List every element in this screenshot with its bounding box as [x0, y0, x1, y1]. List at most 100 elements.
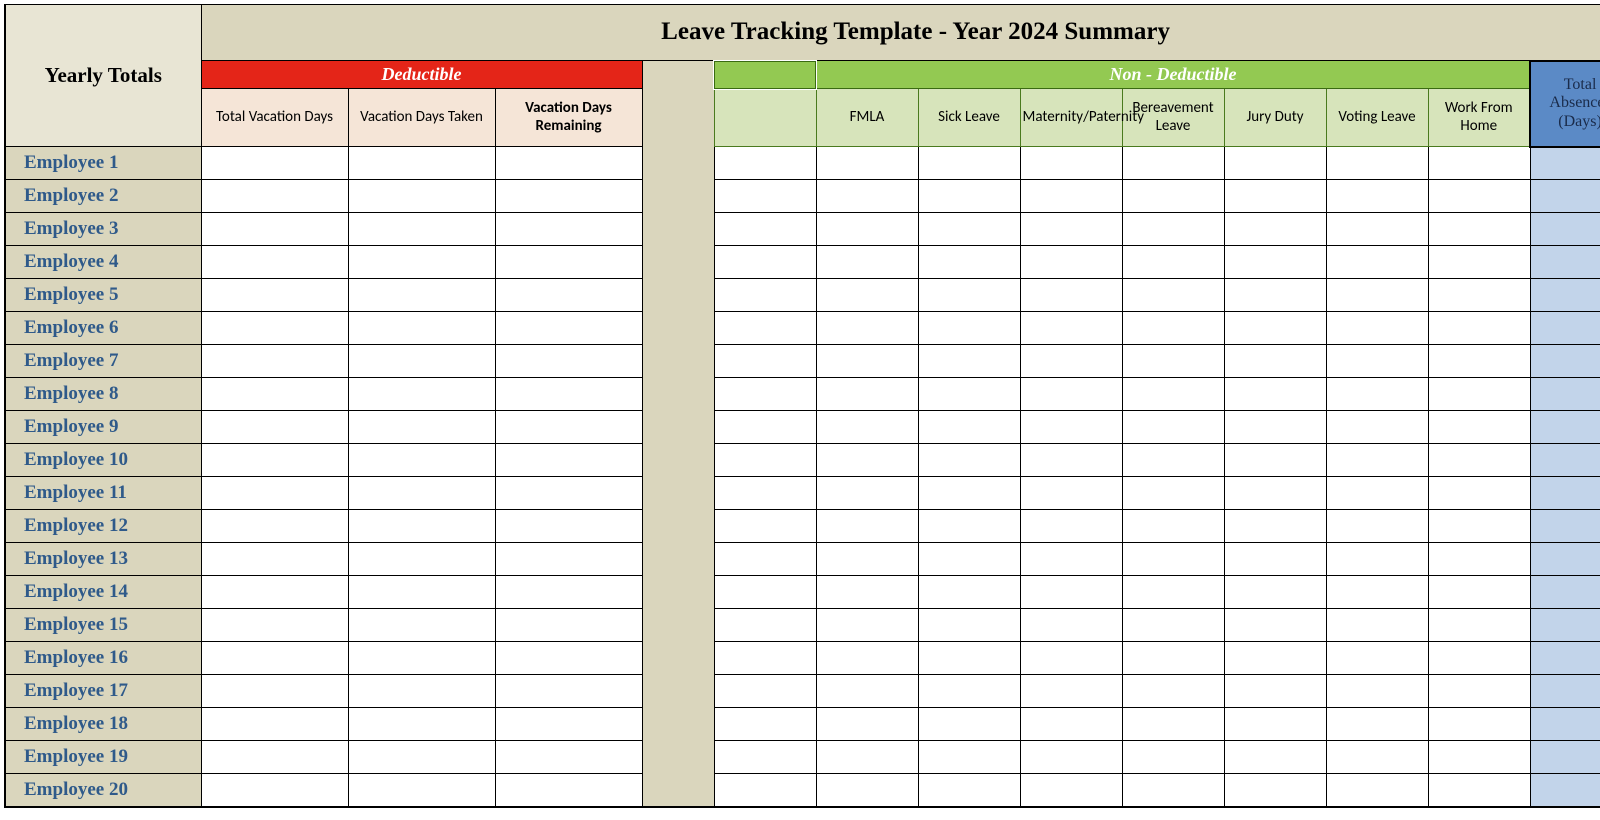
cell-total-vacation[interactable] — [201, 411, 348, 444]
cell-total-vacation[interactable] — [201, 213, 348, 246]
cell-vacation-remain[interactable] — [495, 279, 642, 312]
cell-wfh[interactable] — [1428, 477, 1530, 510]
cell-vacation-taken[interactable] — [348, 411, 495, 444]
cell-voting[interactable] — [1326, 378, 1428, 411]
cell-maternity[interactable] — [1020, 180, 1122, 213]
cell-total-absences[interactable] — [1530, 279, 1600, 312]
cell-total-absences[interactable] — [1530, 510, 1600, 543]
cell-total-vacation[interactable] — [201, 576, 348, 609]
cell-total-absences[interactable] — [1530, 213, 1600, 246]
cell-total-absences[interactable] — [1530, 444, 1600, 477]
cell-sick[interactable] — [918, 477, 1020, 510]
cell-voting[interactable] — [1326, 213, 1428, 246]
cell-wfh[interactable] — [1428, 147, 1530, 180]
cell-jury[interactable] — [1224, 477, 1326, 510]
cell-maternity[interactable] — [1020, 642, 1122, 675]
cell-maternity[interactable] — [1020, 609, 1122, 642]
cell-wfh[interactable] — [1428, 675, 1530, 708]
cell-wfh[interactable] — [1428, 741, 1530, 774]
cell-nd-blank[interactable] — [714, 312, 816, 345]
cell-maternity[interactable] — [1020, 279, 1122, 312]
cell-vacation-taken[interactable] — [348, 609, 495, 642]
cell-jury[interactable] — [1224, 180, 1326, 213]
cell-bereavement[interactable] — [1122, 543, 1224, 576]
cell-vacation-remain[interactable] — [495, 708, 642, 741]
cell-bereavement[interactable] — [1122, 477, 1224, 510]
cell-maternity[interactable] — [1020, 378, 1122, 411]
cell-fmla[interactable] — [816, 147, 918, 180]
cell-jury[interactable] — [1224, 675, 1326, 708]
cell-voting[interactable] — [1326, 279, 1428, 312]
cell-total-vacation[interactable] — [201, 477, 348, 510]
cell-total-absences[interactable] — [1530, 642, 1600, 675]
cell-vacation-taken[interactable] — [348, 180, 495, 213]
cell-nd-blank[interactable] — [714, 510, 816, 543]
cell-total-absences[interactable] — [1530, 708, 1600, 741]
cell-vacation-taken[interactable] — [348, 246, 495, 279]
cell-nd-blank[interactable] — [714, 345, 816, 378]
cell-fmla[interactable] — [816, 444, 918, 477]
cell-voting[interactable] — [1326, 741, 1428, 774]
cell-voting[interactable] — [1326, 708, 1428, 741]
cell-jury[interactable] — [1224, 279, 1326, 312]
cell-wfh[interactable] — [1428, 312, 1530, 345]
cell-vacation-taken[interactable] — [348, 774, 495, 807]
cell-maternity[interactable] — [1020, 774, 1122, 807]
cell-sick[interactable] — [918, 576, 1020, 609]
cell-wfh[interactable] — [1428, 246, 1530, 279]
cell-wfh[interactable] — [1428, 213, 1530, 246]
cell-fmla[interactable] — [816, 411, 918, 444]
cell-bereavement[interactable] — [1122, 378, 1224, 411]
cell-sick[interactable] — [918, 609, 1020, 642]
cell-voting[interactable] — [1326, 444, 1428, 477]
cell-sick[interactable] — [918, 642, 1020, 675]
cell-vacation-remain[interactable] — [495, 180, 642, 213]
cell-maternity[interactable] — [1020, 312, 1122, 345]
cell-bereavement[interactable] — [1122, 675, 1224, 708]
cell-jury[interactable] — [1224, 147, 1326, 180]
cell-total-absences[interactable] — [1530, 576, 1600, 609]
cell-sick[interactable] — [918, 543, 1020, 576]
cell-sick[interactable] — [918, 708, 1020, 741]
cell-wfh[interactable] — [1428, 444, 1530, 477]
cell-jury[interactable] — [1224, 510, 1326, 543]
cell-voting[interactable] — [1326, 477, 1428, 510]
cell-total-vacation[interactable] — [201, 147, 348, 180]
cell-wfh[interactable] — [1428, 576, 1530, 609]
cell-sick[interactable] — [918, 279, 1020, 312]
cell-vacation-remain[interactable] — [495, 510, 642, 543]
cell-bereavement[interactable] — [1122, 576, 1224, 609]
cell-vacation-taken[interactable] — [348, 543, 495, 576]
cell-nd-blank[interactable] — [714, 675, 816, 708]
cell-vacation-remain[interactable] — [495, 741, 642, 774]
cell-total-vacation[interactable] — [201, 708, 348, 741]
cell-maternity[interactable] — [1020, 411, 1122, 444]
cell-wfh[interactable] — [1428, 642, 1530, 675]
cell-vacation-remain[interactable] — [495, 642, 642, 675]
cell-maternity[interactable] — [1020, 741, 1122, 774]
cell-vacation-taken[interactable] — [348, 477, 495, 510]
cell-wfh[interactable] — [1428, 345, 1530, 378]
cell-total-absences[interactable] — [1530, 741, 1600, 774]
cell-wfh[interactable] — [1428, 609, 1530, 642]
cell-total-absences[interactable] — [1530, 246, 1600, 279]
cell-total-vacation[interactable] — [201, 312, 348, 345]
cell-nd-blank[interactable] — [714, 444, 816, 477]
cell-fmla[interactable] — [816, 774, 918, 807]
nondeductible-blank-header[interactable] — [714, 61, 816, 89]
cell-vacation-taken[interactable] — [348, 378, 495, 411]
cell-total-absences[interactable] — [1530, 774, 1600, 807]
cell-fmla[interactable] — [816, 345, 918, 378]
cell-total-vacation[interactable] — [201, 279, 348, 312]
cell-vacation-remain[interactable] — [495, 675, 642, 708]
cell-vacation-remain[interactable] — [495, 312, 642, 345]
cell-sick[interactable] — [918, 180, 1020, 213]
cell-nd-blank[interactable] — [714, 774, 816, 807]
cell-bereavement[interactable] — [1122, 147, 1224, 180]
cell-nd-blank[interactable] — [714, 642, 816, 675]
cell-sick[interactable] — [918, 312, 1020, 345]
cell-maternity[interactable] — [1020, 246, 1122, 279]
cell-fmla[interactable] — [816, 279, 918, 312]
cell-bereavement[interactable] — [1122, 345, 1224, 378]
cell-sick[interactable] — [918, 675, 1020, 708]
